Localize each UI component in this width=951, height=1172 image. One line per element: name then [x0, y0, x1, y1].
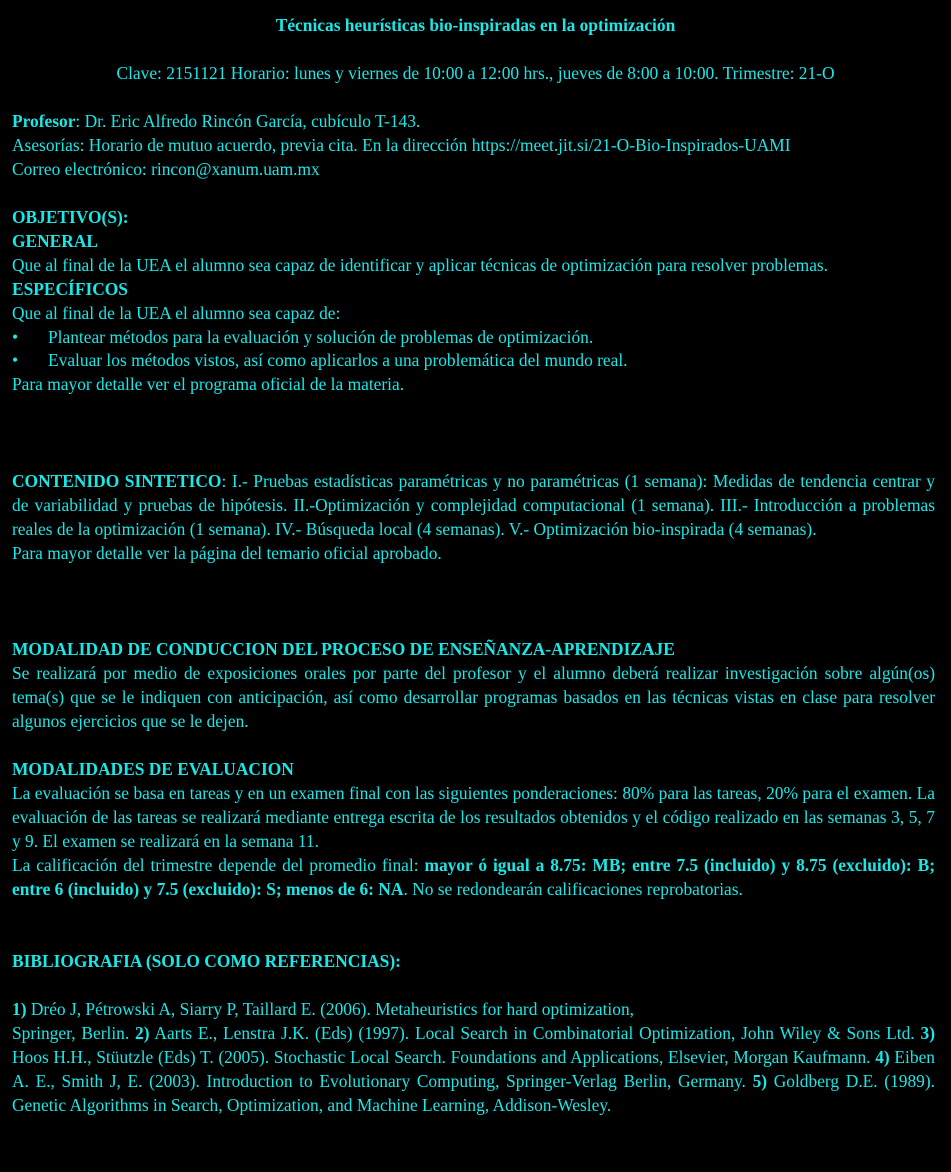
evaluation-section: MODALIDADES DE EVALUACION La evaluación … — [12, 758, 935, 901]
general-heading: GENERAL — [12, 230, 99, 251]
list-item: • Plantear métodos para la evaluación y s… — [12, 326, 935, 350]
reference-number: 3) — [920, 1022, 936, 1043]
reference-text: Springer, Berlin. — [12, 1022, 136, 1043]
objectives-heading: OBJETIVO(S): — [12, 207, 129, 227]
grading-pre: La calificación del trimestre depende de… — [12, 854, 425, 875]
professor-line: Profesor: Dr. Eric Alfredo Rincón García… — [12, 110, 935, 134]
grading-post: . No se redondearán calificaciones repro… — [403, 878, 743, 899]
objectives-detail: Para mayor detalle ver el programa ofici… — [12, 374, 405, 395]
bullet-icon: • — [12, 326, 19, 347]
reference-text: Hoos H.H., Stüutzle (Eds) T. (2005). Sto… — [12, 1046, 876, 1067]
modality-section: MODALIDAD DE CONDUCCION DEL PROCESO DE E… — [12, 638, 935, 734]
modality-text: Se realizará por medio de exposiciones o… — [12, 662, 935, 731]
reference-number: 1) — [12, 999, 27, 1019]
content-label: CONTENIDO SINTETICO — [12, 471, 222, 491]
reference-text: Dréo J, Pétrowski A, Siarry P, Taillard … — [26, 999, 635, 1019]
content-section: CONTENIDO SINTETICO: I.- Pruebas estadís… — [12, 470, 935, 566]
general-text: Que al final de la UEA el alumno sea cap… — [12, 254, 829, 275]
content-detail: Para mayor detalle ver la página del tem… — [12, 542, 442, 563]
specific-intro: Que al final de la UEA el alumno sea cap… — [12, 302, 341, 323]
evaluation-text: La evaluación se basa en tareas y en un … — [12, 782, 935, 851]
bibliography-list: 1) Dréo J, Pétrowski A, Siarry P, Tailla… — [12, 998, 935, 1118]
office-hours: Asesorías: Horario de mutuo acuerdo, pre… — [12, 134, 791, 155]
reference-number: 5) — [752, 1070, 768, 1091]
list-item-text: Evaluar los métodos vistos, así como apl… — [48, 350, 628, 371]
modality-heading: MODALIDAD DE CONDUCCION DEL PROCESO DE E… — [12, 639, 675, 659]
email-line: Correo electrónico: rincon@xanum.uam.mx — [12, 158, 320, 179]
list-item: • Evaluar los métodos vistos, así como ap… — [12, 349, 935, 373]
reference-number: 4) — [875, 1046, 890, 1067]
specific-heading: ESPECÍFICOS — [12, 278, 128, 299]
course-title: Técnicas heurísticas bio-inspiradas en l… — [275, 15, 676, 35]
course-schedule: Clave: 2151121 Horario: lunes y viernes … — [116, 63, 835, 83]
reference-1-line: 1) Dréo J, Pétrowski A, Siarry P, Tailla… — [12, 998, 935, 1022]
bullet-icon: • — [12, 350, 19, 371]
grading-text: La calificación del trimestre depende de… — [12, 854, 935, 902]
professor-label: Profesor — [12, 111, 76, 131]
list-item-text: Plantear métodos para la evaluación y so… — [48, 326, 594, 347]
professor-name: : Dr. Eric Alfredo Rincón García, cubícu… — [75, 111, 421, 131]
objectives-section: OBJETIVO(S): GENERAL Que al final de la … — [12, 206, 935, 397]
reference-text: Aarts E., Lenstra J.K. (Eds) (1997). Loc… — [149, 1022, 921, 1043]
professor-section: Profesor: Dr. Eric Alfredo Rincón García… — [12, 110, 935, 182]
bibliography-heading: BIBLIOGRAFIA (SOLO COMO REFERENCIAS): — [12, 951, 401, 971]
content-text: CONTENIDO SINTETICO: I.- Pruebas estadís… — [12, 470, 935, 542]
references-paragraph: Springer, Berlin. 2) Aarts E., Lenstra J… — [12, 1022, 935, 1118]
reference-number: 2) — [135, 1022, 150, 1043]
evaluation-heading: MODALIDADES DE EVALUACION — [12, 759, 294, 779]
document-page: Técnicas heurísticas bio-inspiradas en l… — [0, 0, 951, 1172]
